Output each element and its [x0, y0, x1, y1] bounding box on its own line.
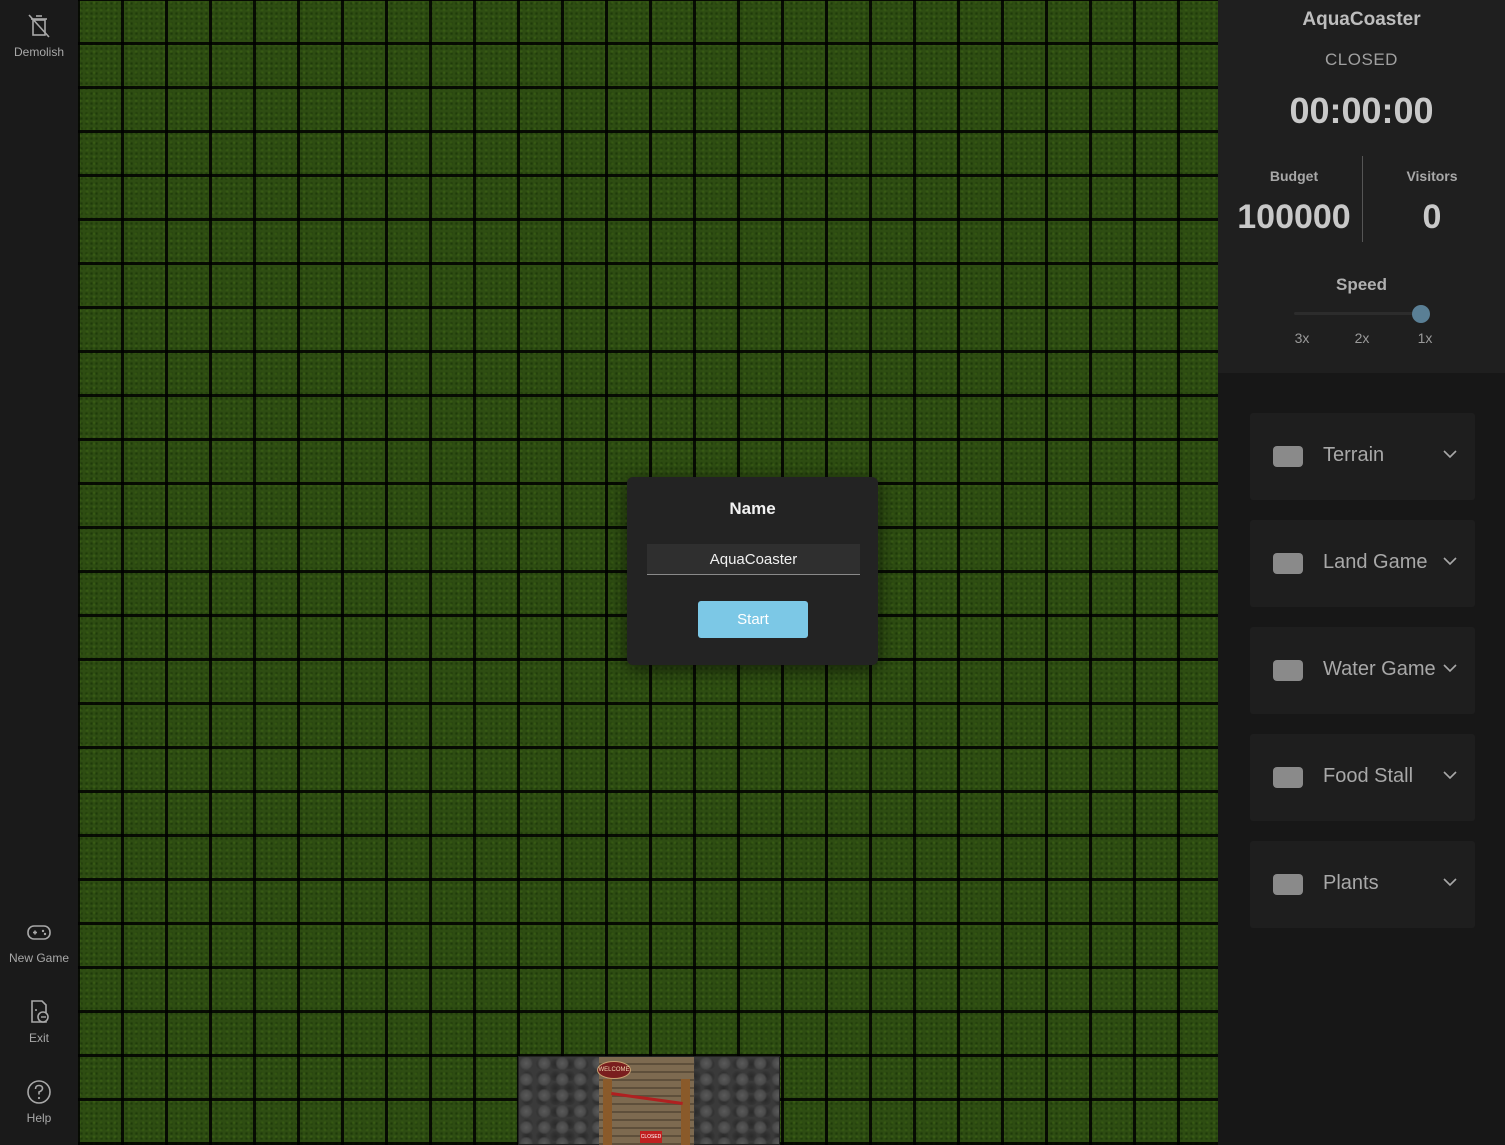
category-swatch: [1273, 767, 1303, 788]
budget-label: Budget: [1269, 168, 1319, 184]
visitors-value: 0: [1422, 198, 1442, 236]
chevron-down-icon: [1443, 557, 1457, 566]
budget-value: 100000: [1237, 198, 1351, 236]
category-swatch: [1273, 553, 1303, 574]
new-game-button[interactable]: New Game: [0, 918, 78, 965]
chevron-down-icon: [1443, 450, 1457, 459]
category-swatch: [1273, 874, 1303, 895]
exit-label: Exit: [28, 1031, 49, 1045]
category-label: Food Stall: [1323, 765, 1414, 787]
demolish-button[interactable]: Demolish: [0, 12, 78, 59]
right-panel: AquaCoaster CLOSED 00:00:00 Budget 10000…: [1218, 0, 1505, 1145]
help-icon: [27, 1080, 51, 1104]
category-label: Terrain: [1323, 444, 1385, 466]
speed-label: Speed: [1335, 275, 1388, 294]
speed-slider-thumb[interactable]: [1412, 305, 1430, 323]
category-water-game[interactable]: Water Game: [1250, 627, 1475, 714]
welcome-sign: WELCOME: [597, 1061, 631, 1079]
category-land-game[interactable]: Land Game: [1250, 520, 1475, 607]
left-toolbar: Demolish New Game Exit Help: [0, 0, 78, 1145]
category-food-stall[interactable]: Food Stall: [1250, 734, 1475, 821]
chevron-down-icon: [1443, 771, 1457, 780]
park-info-panel: AquaCoaster CLOSED 00:00:00 Budget 10000…: [1218, 0, 1505, 373]
gate-post-right: [681, 1079, 690, 1145]
park-name-input[interactable]: [647, 544, 860, 575]
help-label: Help: [26, 1111, 52, 1125]
demolish-icon: [28, 14, 50, 38]
new-game-label: New Game: [8, 951, 70, 965]
speed-slider-track[interactable]: [1294, 312, 1428, 315]
speed-option-3x[interactable]: 3x: [1287, 330, 1317, 346]
demolish-label: Demolish: [13, 45, 64, 59]
visitors-label: Visitors: [1406, 168, 1458, 184]
park-name: AquaCoaster: [1302, 9, 1421, 30]
chevron-down-icon: [1443, 878, 1457, 887]
exit-button[interactable]: Exit: [0, 998, 78, 1045]
park-entrance-gate[interactable]: WELCOME CLOSED: [518, 1056, 780, 1145]
park-clock: 00:00:00: [1289, 90, 1434, 131]
category-label: Water Game: [1323, 658, 1436, 680]
category-label: Land Game: [1323, 551, 1428, 573]
park-status: CLOSED: [1325, 50, 1398, 69]
gate-post-left: [603, 1079, 612, 1145]
category-swatch: [1273, 446, 1303, 467]
category-plants[interactable]: Plants: [1250, 841, 1475, 928]
dialog-title: Name: [729, 499, 776, 518]
closed-sign: CLOSED: [640, 1131, 662, 1143]
help-button[interactable]: Help: [0, 1078, 78, 1125]
category-swatch: [1273, 660, 1303, 681]
chevron-down-icon: [1443, 664, 1457, 673]
gamepad-icon: [27, 925, 51, 940]
category-label: Plants: [1323, 872, 1379, 894]
start-button[interactable]: Start: [698, 601, 808, 638]
stats-divider: [1362, 156, 1363, 242]
category-terrain[interactable]: Terrain: [1250, 413, 1475, 500]
speed-option-1x[interactable]: 1x: [1410, 330, 1440, 346]
name-dialog: Name Start: [627, 477, 878, 665]
exit-icon: [31, 1000, 49, 1023]
speed-option-2x[interactable]: 2x: [1347, 330, 1377, 346]
